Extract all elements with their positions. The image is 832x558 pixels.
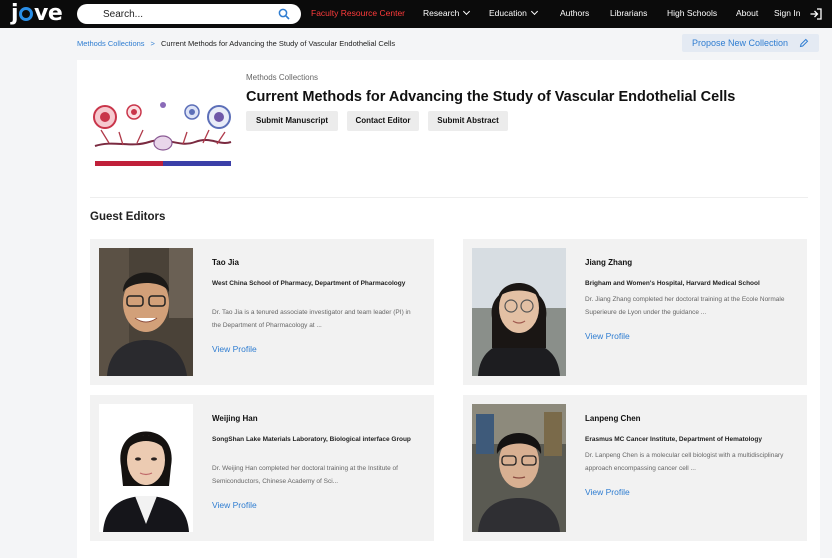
editor-affiliation: West China School of Pharmacy, Departmen…	[212, 280, 406, 287]
editor-bio: Dr. Weijing Han completed her doctoral t…	[212, 465, 398, 485]
nav-faculty-resource-center[interactable]: Faculty Resource Center	[311, 8, 405, 18]
editor-card-lanpeng-chen: Lanpeng Chen Erasmus MC Cancer Institute…	[463, 395, 807, 541]
contact-editor-button[interactable]: Contact Editor	[347, 111, 419, 131]
editor-card-tao-jia: Tao Jia West China School of Pharmacy, D…	[90, 239, 434, 385]
divider	[90, 197, 808, 198]
breadcrumb: Methods Collections > Current Methods for …	[77, 39, 395, 48]
editor-bio: Dr. Lanpeng Chen is a molecular cell bio…	[585, 452, 784, 472]
submit-manuscript-button[interactable]: Submit Manuscript	[246, 111, 338, 131]
editor-photo	[472, 404, 566, 532]
jove-logo[interactable]: j ve	[11, 1, 63, 26]
view-profile-link[interactable]: View Profile	[585, 331, 630, 341]
view-profile-link[interactable]: View Profile	[212, 500, 257, 510]
pencil-icon	[799, 38, 809, 48]
editor-affiliation: Erasmus MC Cancer Institute, Department …	[585, 436, 762, 443]
breadcrumb-current: Current Methods for Advancing the Study …	[160, 39, 396, 48]
breadcrumb-separator: >	[150, 39, 155, 48]
collection-kicker: Methods Collections	[246, 73, 319, 82]
collection-cover-image	[91, 90, 235, 172]
editor-card-jiang-zhang: Jiang Zhang Brigham and Women's Hospital…	[463, 239, 807, 385]
propose-button-label: Propose New Collection	[692, 38, 789, 48]
editor-photo	[472, 248, 566, 376]
editor-photo	[99, 248, 193, 376]
editor-name: Tao Jia	[212, 258, 239, 267]
breadcrumb-methods-collections[interactable]: Methods Collections	[77, 39, 145, 48]
editor-name: Jiang Zhang	[585, 258, 633, 267]
propose-new-collection-button[interactable]: Propose New Collection	[682, 34, 819, 52]
nav-about[interactable]: About	[736, 8, 758, 18]
nav-authors[interactable]: Authors	[560, 8, 589, 18]
nav-education-label: Education	[489, 8, 527, 18]
view-profile-link[interactable]: View Profile	[212, 344, 257, 354]
search-input[interactable]	[103, 7, 273, 21]
nav-librarians[interactable]: Librarians	[610, 8, 647, 18]
chevron-down-icon	[530, 7, 538, 16]
view-profile-link[interactable]: View Profile	[585, 487, 630, 497]
editor-bio: Dr. Tao Jia is a tenured associate inves…	[212, 309, 411, 329]
nav-high-schools[interactable]: High Schools	[667, 8, 717, 18]
collection-main: Methods Collections Current Methods for …	[77, 60, 820, 558]
nav-research-label: Research	[423, 8, 460, 18]
editor-card-weijing-han: Weijing Han SongShan Lake Materials Labo…	[90, 395, 434, 541]
search-icon[interactable]	[278, 8, 290, 20]
submit-abstract-button[interactable]: Submit Abstract	[428, 111, 508, 131]
guest-editors-heading: Guest Editors	[90, 211, 166, 223]
nav-research[interactable]: Research	[423, 7, 471, 18]
sign-in-icon[interactable]	[809, 7, 823, 21]
editor-affiliation: SongShan Lake Materials Laboratory, Biol…	[212, 436, 411, 443]
top-nav: jve Faculty Resource Center Research Edu…	[0, 0, 832, 28]
editor-affiliation: Brigham and Women's Hospital, Harvard Me…	[585, 280, 760, 287]
editor-name: Lanpeng Chen	[585, 414, 641, 423]
editor-photo	[99, 404, 193, 532]
editor-bio: Dr. Jiang Zhang completed her doctoral t…	[585, 296, 785, 316]
nav-education[interactable]: Education	[489, 7, 538, 18]
nav-sign-in[interactable]: Sign In	[774, 8, 800, 18]
search-box	[77, 4, 301, 24]
editor-name: Weijing Han	[212, 414, 258, 423]
page-title: Current Methods for Advancing the Study …	[246, 89, 736, 105]
chevron-down-icon	[463, 7, 471, 16]
